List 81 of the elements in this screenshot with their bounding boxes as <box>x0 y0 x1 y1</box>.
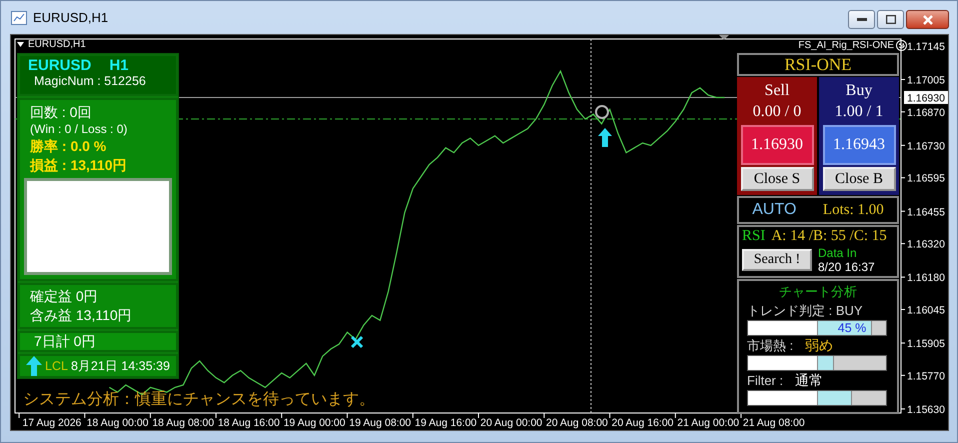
time-label: 21 Aug 00:00 <box>677 417 740 429</box>
rsi-values: A: 14 /B: 55 /C: 15 <box>771 228 887 245</box>
target-icon <box>595 105 609 119</box>
price-label: 1.17145 <box>907 40 945 53</box>
price-label: 1.16595 <box>907 172 945 185</box>
close-position-button[interactable]: Close B <box>822 167 896 191</box>
data-time: 8/20 16:37 <box>818 260 875 274</box>
maximize-icon <box>886 15 896 24</box>
ref-line-label: 1.16930 <box>907 92 946 104</box>
search-button[interactable]: Search ! <box>742 249 812 271</box>
panel-title: RSI-ONE <box>737 53 899 76</box>
meter-base <box>748 321 817 335</box>
collapse-icon[interactable] <box>17 42 24 47</box>
win-rate: 勝率 : 0.0 % <box>30 136 108 156</box>
sell-marker-icon <box>350 336 364 348</box>
meter-value: 通常 <box>795 372 824 390</box>
time-label: 19 Aug 00:00 <box>283 417 346 429</box>
meter-base <box>748 391 817 405</box>
price-label: 1.16730 <box>907 140 945 152</box>
price-label: 1.16180 <box>907 272 945 284</box>
sell-price-button[interactable]: 1.16930 <box>740 125 814 165</box>
minimize-button[interactable] <box>848 10 875 29</box>
meter-label: トレンド判定 : BUY <box>747 302 863 320</box>
time-label: 20 Aug 08:00 <box>546 417 608 429</box>
up-arrow-icon <box>26 356 42 376</box>
price-label: 1.17005 <box>907 74 945 86</box>
meter-reading: 45 % <box>838 321 866 335</box>
chart-window-icon <box>11 10 27 24</box>
time-label: 18 Aug 16:00 <box>218 417 280 429</box>
position-text: 1.00 / 1 <box>834 102 884 122</box>
price-label: 1.16455 <box>907 206 945 218</box>
current-price-label: 1.16930 <box>904 90 948 104</box>
magic-number: MagicNum : 512256 <box>34 74 147 88</box>
profit-text: 損益 : 13,110円 <box>30 156 128 175</box>
price-label: 1.15630 <box>907 404 945 416</box>
scroll-marker-icon <box>719 35 729 40</box>
rsi-label: RSI <box>742 228 766 245</box>
side-label: Sell <box>764 81 790 101</box>
price-label: 1.15905 <box>907 338 945 350</box>
price-label: 1.15770 <box>907 370 945 382</box>
meter-label: Filter : <box>747 373 784 388</box>
meter-value: 弱め <box>805 337 834 355</box>
time-label: 17 Aug 2026 <box>22 417 82 429</box>
maximize-button[interactable] <box>877 10 904 29</box>
time-label: 21 Aug 08:00 <box>742 417 805 429</box>
unrealized-profit: 含み益 13,110円 <box>30 306 133 326</box>
price-label: 1.16320 <box>907 238 945 251</box>
win-loss-text: (Win : 0 / Loss : 0) <box>30 122 128 137</box>
close-position-button[interactable]: Close S <box>740 167 814 191</box>
status-message: システム分析：慎重にチャンスを待っています。 <box>23 390 375 410</box>
mode-text: AUTO <box>752 201 796 219</box>
chart-symbol: EURUSD,H1 <box>28 39 86 50</box>
price-label: 1.16870 <box>907 106 945 119</box>
symbol-text: EURUSD <box>28 57 92 74</box>
meter-label: 市場熱 : <box>747 337 794 355</box>
trade-count: 回数 : 0回 <box>30 102 92 122</box>
time-label: 19 Aug 08:00 <box>349 417 412 429</box>
meter-base <box>748 356 817 370</box>
close-button[interactable] <box>906 10 949 29</box>
window-title: EURUSD,H1 <box>33 10 108 25</box>
time-label: 18 Aug 08:00 <box>152 417 214 429</box>
minimize-icon <box>856 18 866 22</box>
up-arrow-icon <box>598 128 612 147</box>
position-text: 0.00 / 0 <box>752 102 802 122</box>
price-label: 1.16045 <box>907 304 945 316</box>
realized-profit: 確定益 0円 <box>30 287 99 306</box>
time-label: 20 Aug 00:00 <box>480 417 542 429</box>
indicator-name: FS_AI_Rig_RSI-ONE <box>798 40 894 51</box>
timeframe-text: H1 <box>109 57 129 74</box>
side-label: Buy <box>846 81 872 101</box>
time-label: 18 Aug 00:00 <box>86 417 148 429</box>
clock-label: LCL <box>45 359 68 373</box>
time-label: 20 Aug 16:00 <box>612 417 674 429</box>
analysis-title: チャート分析 <box>778 283 858 301</box>
weekly-total: 7日計 0円 <box>34 332 96 351</box>
close-icon <box>922 14 934 24</box>
buy-price-button[interactable]: 1.16943 <box>822 125 896 165</box>
clock-time: 8月21日 14:35:39 <box>70 358 170 374</box>
time-label: 19 Aug 16:00 <box>414 417 477 429</box>
lots-text: Lots: 1.00 <box>822 202 884 218</box>
data-in-label: Data In <box>818 246 858 260</box>
